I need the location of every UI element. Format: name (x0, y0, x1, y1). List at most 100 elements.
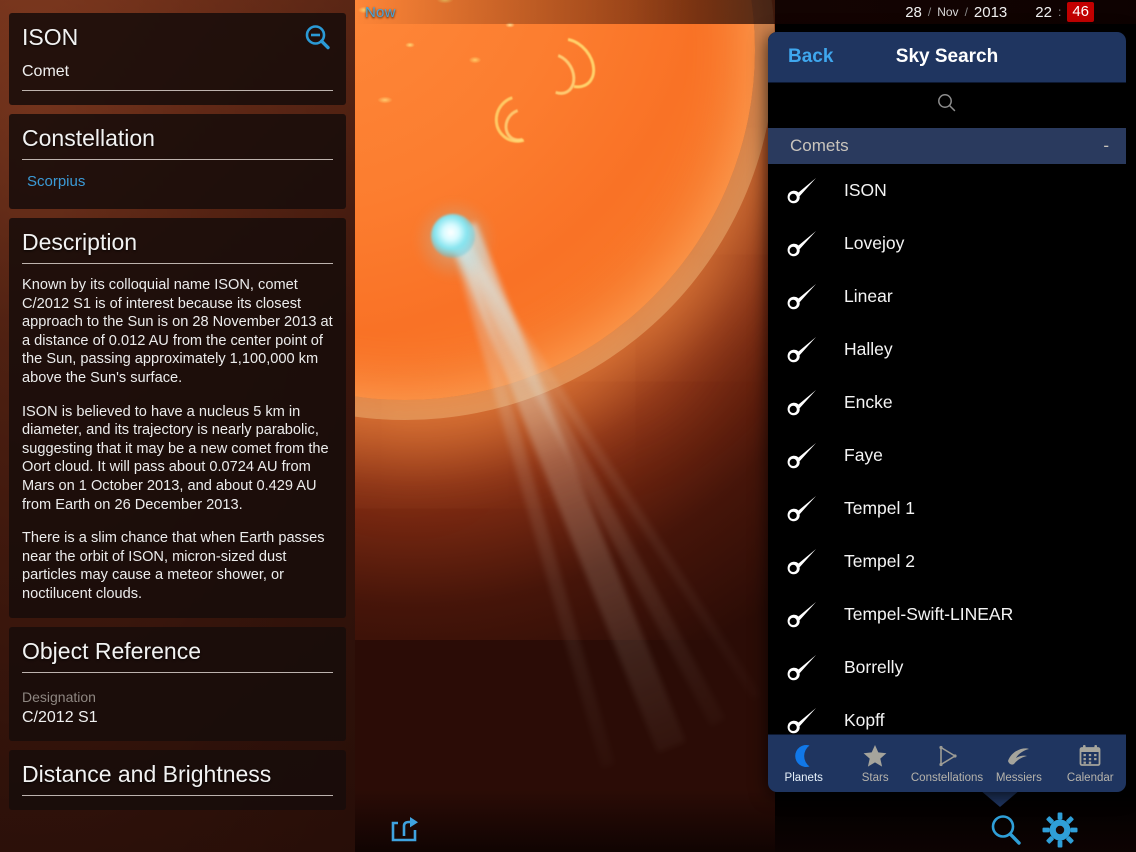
list-item-label: Encke (844, 392, 893, 412)
group-collapse-toggle[interactable]: - (1103, 136, 1109, 156)
datetime-display: 28 / Nov / 2013 22 : 46 (905, 0, 1094, 24)
comet-icon (785, 654, 837, 682)
list-item-label: Tempel 2 (844, 551, 916, 571)
magnifier-minus-icon[interactable] (303, 23, 333, 53)
object-header-card: ISON Comet (9, 13, 346, 105)
description-title: Description (22, 229, 138, 255)
comet-icon (785, 442, 837, 470)
moon-icon (791, 743, 817, 769)
designation-value: C/2012 S1 (22, 708, 98, 726)
list-item-label: ISON (844, 180, 887, 200)
comet-head (431, 214, 475, 258)
object-reference-title: Object Reference (22, 637, 201, 664)
sky-search-header: Back Sky Search (768, 32, 1126, 83)
object-reference-card: Object Reference Designation C/2012 S1 (9, 626, 346, 741)
designation-label: Designation (22, 688, 96, 705)
list-item[interactable]: Tempel-Swift-LINEAR (768, 588, 1126, 641)
comet-tail (447, 225, 762, 701)
list-item[interactable]: Tempel 1 (768, 482, 1126, 535)
object-type-label: Comet (22, 63, 70, 80)
constellation-card: Constellation Scorpius (9, 114, 346, 209)
date-day-field[interactable]: 28 (905, 4, 922, 21)
list-item-label: Borrelly (844, 657, 904, 677)
comet-tail (447, 224, 725, 727)
search-button[interactable] (988, 812, 1024, 848)
divider (22, 794, 333, 796)
description-body: Known by its colloquial name ISON, comet… (22, 276, 333, 604)
page-title: ISON (22, 24, 79, 50)
description-paragraph: There is a slim chance that when Earth p… (22, 530, 325, 602)
group-header-comets[interactable]: Comets - (768, 128, 1126, 164)
list-item[interactable]: Borrelly (768, 641, 1126, 694)
divider (22, 90, 333, 91)
sky-search-panel: Back Sky Search Comets - ISON Lovejoy Line… (768, 32, 1126, 792)
date-month-field[interactable]: Nov (937, 5, 958, 19)
date-separator: / (964, 5, 968, 19)
date-year-field[interactable]: 2013 (974, 4, 1007, 21)
list-item-label: Tempel 1 (844, 498, 916, 518)
object-info-panel: ISON Comet Constellation Scorpius Descri… (0, 0, 355, 852)
list-item[interactable]: Halley (768, 323, 1126, 376)
app-root: Now 28 / Nov / 2013 22 : 46 ISON Comet C… (0, 0, 1136, 852)
time-separator: : (1057, 5, 1062, 19)
list-item-label: Lovejoy (844, 233, 905, 253)
comet-icon (785, 177, 837, 205)
comet-icon (785, 389, 837, 417)
description-paragraph: Known by its colloquial name ISON, comet… (22, 277, 333, 386)
comet-icon (785, 548, 837, 576)
now-button[interactable]: Now (365, 4, 396, 21)
comet-icon (785, 283, 837, 311)
divider (22, 159, 333, 160)
list-item[interactable]: Faye (768, 429, 1126, 482)
comet-list[interactable]: ISON Lovejoy Linear Halley Encke Faye Tempel 1… (768, 164, 1126, 734)
tab-messiers[interactable]: Messiers (983, 735, 1054, 792)
sky-view[interactable] (355, 0, 775, 852)
triangle-icon (934, 743, 960, 769)
constellation-title: Constellation (22, 125, 155, 151)
distance-brightness-title: Distance and Brightness (22, 760, 272, 787)
list-item-label: Faye (844, 445, 883, 465)
share-button[interactable] (388, 816, 420, 842)
search-icon (936, 92, 958, 119)
tab-label: Messiers (995, 772, 1042, 784)
gear-button[interactable] (1042, 812, 1078, 848)
list-item[interactable]: Linear (768, 270, 1126, 323)
distance-brightness-card: Distance and Brightness (9, 749, 346, 810)
comet-icon (785, 601, 837, 629)
description-card: Description Known by its colloquial name… (9, 218, 346, 618)
list-item[interactable]: Encke (768, 376, 1126, 429)
constellation-link[interactable]: Scorpius (27, 173, 85, 190)
list-item-label: Halley (844, 339, 893, 359)
tab-label: Constellations (910, 772, 984, 784)
tab-label: Stars (861, 772, 889, 784)
tab-calendar[interactable]: Calendar (1055, 735, 1126, 792)
tab-constellations[interactable]: Constellations (911, 735, 983, 792)
list-item-label: Tempel-Swift-LINEAR (844, 604, 1014, 624)
list-item[interactable]: Lovejoy (768, 217, 1126, 270)
comet-icon (785, 495, 837, 523)
divider (22, 263, 333, 264)
comet-icon (785, 230, 837, 258)
time-hour-field[interactable]: 22 (1035, 4, 1052, 21)
list-item[interactable]: Tempel 2 (768, 535, 1126, 588)
time-minute-field[interactable]: 46 (1067, 2, 1094, 22)
comet-icon (785, 336, 837, 364)
date-separator: / (927, 5, 932, 19)
top-date-bar: Now 28 / Nov / 2013 22 : 46 (355, 0, 1136, 24)
list-item[interactable]: ISON (768, 164, 1126, 217)
tab-label: Planets (784, 772, 823, 784)
comet-tail (448, 222, 686, 753)
star-icon (862, 743, 888, 769)
group-label: Comets (790, 136, 849, 155)
galaxy-icon (1005, 743, 1033, 769)
comet-icon (785, 707, 837, 735)
list-item[interactable]: Kopff (768, 694, 1126, 734)
calendar-icon (1077, 743, 1103, 769)
tab-planets[interactable]: Planets (768, 735, 839, 792)
popover-pointer (980, 790, 1020, 807)
list-item-label: Kopff (844, 710, 885, 730)
search-input[interactable] (768, 83, 1126, 128)
tab-label: Calendar (1066, 772, 1114, 784)
divider (22, 671, 333, 673)
tab-stars[interactable]: Stars (839, 735, 910, 792)
